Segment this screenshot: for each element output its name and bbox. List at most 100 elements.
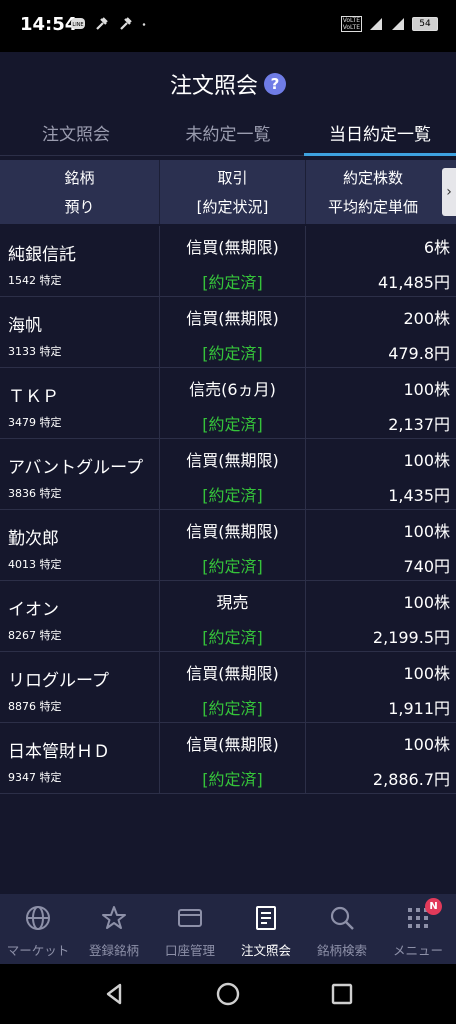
new-badge: N xyxy=(425,898,442,915)
executed-quantity: 100株 xyxy=(403,735,450,754)
nav-market-label: マーケット xyxy=(6,943,70,958)
page-title: 注文照会 xyxy=(169,74,258,99)
stock-code: 1542 特定 xyxy=(8,274,62,287)
average-price: 2,199.5円 xyxy=(372,628,450,647)
table-row[interactable]: イオン 8267 特定 現売 [約定済] 100株 2,199.5円 xyxy=(0,581,456,652)
column-stock-label: 銘柄 xyxy=(64,169,95,187)
execution-status: [約定済] xyxy=(202,699,263,718)
nav-menu[interactable]: N メニュー xyxy=(380,894,456,964)
column-trade: 取引 [約定状況] xyxy=(160,160,306,224)
average-price: 479.8円 xyxy=(388,344,450,363)
stock-code: 8267 特定 xyxy=(8,629,62,642)
globe-icon xyxy=(26,906,50,930)
chevron-right-icon[interactable]: › xyxy=(442,168,456,216)
execution-status: [約定済] xyxy=(202,486,263,505)
nav-order-inquiry[interactable]: 注文照会 xyxy=(228,894,304,964)
card-icon xyxy=(178,909,202,927)
back-icon[interactable] xyxy=(100,980,128,1008)
execution-status: [約定済] xyxy=(202,770,263,789)
recents-icon[interactable] xyxy=(328,980,356,1008)
average-price: 2,886.7円 xyxy=(372,770,450,789)
stock-name: リログループ xyxy=(8,671,109,691)
bottom-nav: マーケット 登録銘柄 口座管理 注文照会 銘柄検索 N メニュー xyxy=(0,894,456,964)
dot-icon xyxy=(142,23,146,26)
status-bar: 14:54 LINE VoLTE VoLTE 54 xyxy=(0,0,456,52)
average-price: 1,911円 xyxy=(388,699,450,718)
nav-stock-search[interactable]: 銘柄検索 xyxy=(304,894,380,964)
executed-quantity: 6株 xyxy=(423,238,450,257)
tab-order-inquiry[interactable]: 注文照会 xyxy=(0,116,152,155)
help-icon[interactable]: ? xyxy=(264,73,286,95)
nav-watchlist-label: 登録銘柄 xyxy=(88,943,139,958)
tab-executed-today[interactable]: 当日約定一覧 xyxy=(304,116,456,156)
column-custody-label: 預り xyxy=(64,198,95,216)
executed-quantity: 100株 xyxy=(403,380,450,399)
trade-type: 信買(無期限) xyxy=(186,522,279,541)
tab-unexecuted-list[interactable]: 未約定一覧 xyxy=(152,116,304,155)
average-price: 41,485円 xyxy=(378,273,450,292)
search-icon xyxy=(330,906,354,930)
stock-name: アバントグループ xyxy=(8,458,144,478)
column-quantity: 約定株数 平均約定単価 xyxy=(306,160,440,224)
stock-code: 9347 特定 xyxy=(8,771,62,784)
executed-quantity: 100株 xyxy=(403,522,450,541)
nav-watchlist[interactable]: 登録銘柄 xyxy=(76,894,152,964)
stock-code: 3133 特定 xyxy=(8,345,62,358)
stock-name: 海帆 xyxy=(8,316,42,336)
svg-text:LINE: LINE xyxy=(72,22,83,28)
stock-name: 勤次郎 xyxy=(8,529,59,549)
home-icon[interactable] xyxy=(214,980,242,1008)
execution-list: 純銀信託 1542 特定 信買(無期限) [約定済] 6株 41,485円 海帆 313… xyxy=(0,226,456,794)
executed-quantity: 100株 xyxy=(403,451,450,470)
column-status-label: [約定状況] xyxy=(196,198,269,216)
battery-icon: 54 xyxy=(412,17,438,31)
stock-code: 3479 特定 xyxy=(8,416,62,429)
column-quantity-label: 約定株数 xyxy=(342,169,403,187)
tab-bar: 注文照会 未約定一覧 当日約定一覧 xyxy=(0,116,456,156)
notification-icons: LINE xyxy=(70,16,150,32)
star-icon xyxy=(102,906,126,929)
trade-type: 信売(6ヵ月) xyxy=(189,380,276,399)
app-header: 注文照会 ? xyxy=(0,52,456,116)
table-row[interactable]: 海帆 3133 特定 信買(無期限) [約定済] 200株 479.8円 xyxy=(0,297,456,368)
gavel-icon xyxy=(96,17,108,30)
nav-order-inquiry-label: 注文照会 xyxy=(240,943,291,958)
system-nav-bar xyxy=(0,964,456,1024)
table-row[interactable]: 勤次郎 4013 特定 信買(無期限) [約定済] 100株 740円 xyxy=(0,510,456,581)
nav-menu-label: メニュー xyxy=(392,943,443,958)
column-trade-label: 取引 xyxy=(217,169,248,187)
nav-account[interactable]: 口座管理 xyxy=(152,894,228,964)
execution-status: [約定済] xyxy=(202,628,263,647)
gavel-icon-2 xyxy=(120,17,132,30)
stock-code: 4013 特定 xyxy=(8,558,62,571)
document-icon xyxy=(256,906,276,930)
average-price: 740円 xyxy=(403,557,450,576)
table-row[interactable]: 日本管財ＨＤ 9347 特定 信買(無期限) [約定済] 100株 2,886.7円 xyxy=(0,723,456,794)
table-row[interactable]: リログループ 8876 特定 信買(無期限) [約定済] 100株 1,911円 xyxy=(0,652,456,723)
signal-icon xyxy=(370,18,382,30)
table-row[interactable]: ＴＫＰ 3479 特定 信売(6ヵ月) [約定済] 100株 2,137円 xyxy=(0,368,456,439)
table-row[interactable]: アバントグループ 3836 特定 信買(無期限) [約定済] 100株 1,435円 xyxy=(0,439,456,510)
status-right: VoLTE VoLTE 54 xyxy=(340,16,438,32)
execution-status: [約定済] xyxy=(202,344,263,363)
stock-code: 8876 特定 xyxy=(8,700,62,713)
executed-quantity: 100株 xyxy=(403,664,450,683)
column-stock: 銘柄 預り xyxy=(0,160,160,224)
stock-name: 日本管財ＨＤ xyxy=(8,742,110,762)
executed-quantity: 200株 xyxy=(403,309,450,328)
average-price: 2,137円 xyxy=(388,415,450,434)
trade-type: 信買(無期限) xyxy=(186,238,279,257)
line-app-icon: LINE xyxy=(71,18,85,29)
table-row[interactable]: 純銀信託 1542 特定 信買(無期限) [約定済] 6株 41,485円 xyxy=(0,226,456,297)
execution-status: [約定済] xyxy=(202,273,263,292)
status-time: 14:54 xyxy=(20,14,78,35)
column-avg-price-label: 平均約定単価 xyxy=(327,198,418,216)
trade-type: 信買(無期限) xyxy=(186,309,279,328)
signal-icon-2 xyxy=(392,18,404,30)
nav-market[interactable]: マーケット xyxy=(0,894,76,964)
executed-quantity: 100株 xyxy=(403,593,450,612)
stock-name: 純銀信託 xyxy=(8,245,76,265)
average-price: 1,435円 xyxy=(388,486,450,505)
table-header: 銘柄 預り 取引 [約定状況] 約定株数 平均約定単価 › xyxy=(0,160,456,224)
trade-type: 現売 xyxy=(216,593,249,612)
